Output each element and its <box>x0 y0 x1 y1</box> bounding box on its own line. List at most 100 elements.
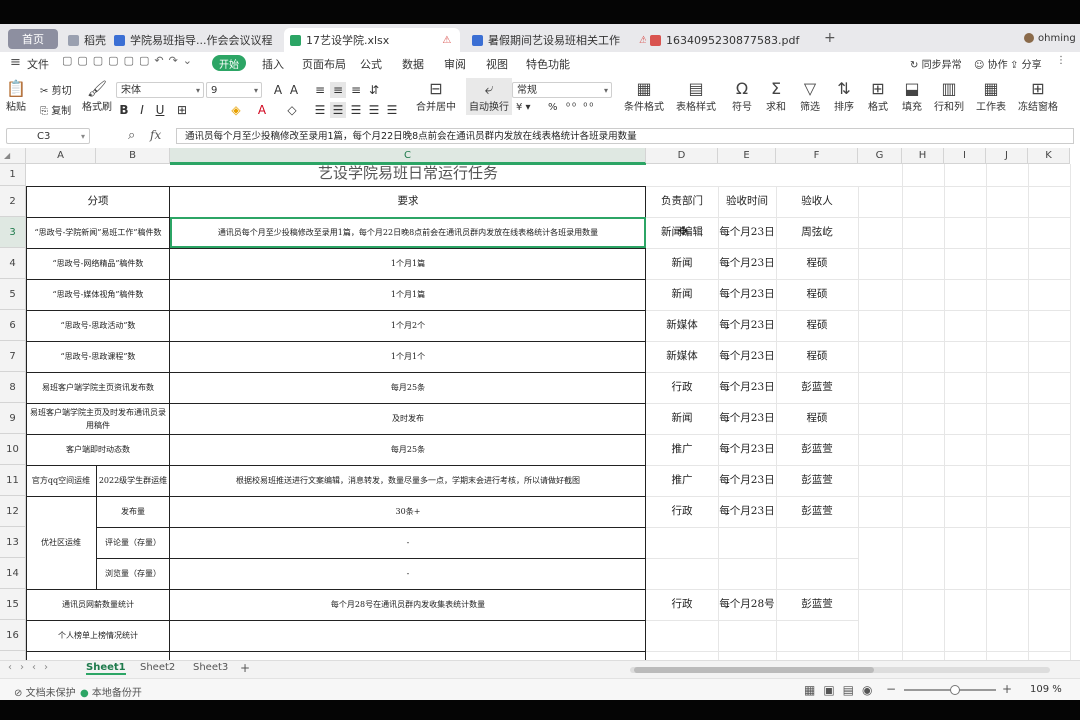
cell-e7[interactable]: 每个月23日 <box>718 341 776 372</box>
cell-c15[interactable]: 每个月28号在通讯员群内发收集表统计数量 <box>170 589 646 620</box>
add-sheet-button[interactable]: + <box>240 661 250 675</box>
cell-f3[interactable]: 周弦屹 <box>776 217 858 248</box>
cell-f9[interactable]: 程硕 <box>776 403 858 434</box>
row-header-1[interactable]: 1 <box>0 164 26 186</box>
cell-e3[interactable]: 每个月23日 <box>718 217 776 248</box>
cell-f6[interactable]: 程硕 <box>776 310 858 341</box>
font-size-select[interactable]: 9 ▾ <box>206 82 262 98</box>
cell-c11[interactable]: 根据校易班推送进行文案编辑，消息转发，数量尽量多一点，学期末会进行考核，所以请做… <box>170 465 646 496</box>
row-header-4[interactable]: 4 <box>0 248 26 279</box>
cell-e11[interactable]: 每个月23日 <box>718 465 776 496</box>
cell-a4[interactable]: “思政号-网络精品”稿件数 <box>26 248 170 279</box>
menu-start[interactable]: 开始 <box>212 55 246 71</box>
sheet-nav-arrows-icon[interactable]: ‹›‹› <box>8 662 56 673</box>
collab-button[interactable]: ☺ 协作 <box>974 56 1008 71</box>
border-icon[interactable]: ⊞ <box>174 102 190 118</box>
cut-button[interactable]: ✂ 剪切 <box>40 82 72 97</box>
cell-a11[interactable]: 官方qq空间运维 <box>26 465 96 496</box>
row-header-12[interactable]: 12 <box>0 496 26 527</box>
row-header-9[interactable]: 9 <box>0 403 26 434</box>
row-header-17[interactable] <box>0 651 26 660</box>
tab-pdf[interactable]: 1634095230877583.pdf ⚠ <box>644 28 814 52</box>
cell-f8[interactable]: 彭蓝萱 <box>776 372 858 403</box>
cell-d8[interactable]: 行政 <box>646 372 718 403</box>
name-box[interactable]: C3 ▾ <box>6 128 90 144</box>
cell-c12[interactable]: 30条+ <box>170 496 646 527</box>
copy-button[interactable]: ⎘ 复制 <box>40 102 71 117</box>
col-header-k[interactable]: K <box>1028 148 1070 164</box>
row-header-16[interactable]: 16 <box>0 620 26 651</box>
zoom-in-button[interactable]: + <box>1002 682 1012 696</box>
menu-features[interactable]: 特色功能 <box>526 56 570 72</box>
col-header-d[interactable]: D <box>646 148 718 164</box>
quick-access-icons[interactable]: ▢▢▢▢▢▢↶↷⌄ <box>62 54 197 67</box>
justify-icon[interactable]: ☰ <box>366 102 382 118</box>
cell-d5[interactable]: 新闻 <box>646 279 718 310</box>
col-header-j[interactable]: J <box>986 148 1028 164</box>
cell-d4[interactable]: 新闻 <box>646 248 718 279</box>
cell-d6[interactable]: 新媒体 <box>646 310 718 341</box>
cell-d7[interactable]: 新媒体 <box>646 341 718 372</box>
cell-c8[interactable]: 每月25条 <box>170 372 646 403</box>
align-middle-icon[interactable]: ≡ <box>330 82 346 98</box>
tab-home[interactable]: 首页 <box>8 29 58 49</box>
bold-icon[interactable]: B <box>116 102 132 118</box>
row-header-6[interactable]: 6 <box>0 310 26 341</box>
percent-button[interactable]: % <box>548 102 558 113</box>
tab-doc-summer[interactable]: 暑假期间艺设易班相关工作 ⚠ <box>466 28 646 52</box>
row-header-13[interactable]: 13 <box>0 527 26 558</box>
cell-e5[interactable]: 每个月23日 <box>718 279 776 310</box>
row-header-3[interactable]: 3 <box>0 217 26 248</box>
align-center-icon[interactable]: ☰ <box>330 102 346 118</box>
row-header-8[interactable]: 8 <box>0 372 26 403</box>
cell-a10[interactable]: 客户端即时动态数 <box>26 434 170 465</box>
filter-button[interactable]: ▽ 筛选 <box>800 80 820 114</box>
sheet-tab-2[interactable]: Sheet2 <box>140 662 175 673</box>
avatar[interactable] <box>1024 33 1034 43</box>
font-shrink-icon[interactable]: A <box>286 82 302 98</box>
cell-e6[interactable]: 每个月23日 <box>718 310 776 341</box>
cell-c5[interactable]: 1个月1篇 <box>170 279 646 310</box>
cell-c3-selected[interactable]: 通讯员每个月至少投稿修改至录用1篇，每个月22日晚8点前会在通讯员群内发放在线表… <box>170 217 646 248</box>
collapse-icon[interactable]: ◢ <box>4 151 10 160</box>
menu-page-layout[interactable]: 页面布局 <box>302 56 346 72</box>
header-time[interactable]: 验收时间 <box>718 186 776 217</box>
menu-file[interactable]: 文件 <box>27 56 49 72</box>
cell-a16[interactable]: 个人榜单上榜情况统计 <box>26 620 170 651</box>
sheet-tab-1[interactable]: Sheet1 <box>86 662 126 675</box>
fx-icon[interactable]: fx <box>150 128 161 142</box>
cell-c9[interactable]: 及时发布 <box>170 403 646 434</box>
cell-c7[interactable]: 1个月1个 <box>170 341 646 372</box>
cell-f12[interactable]: 彭蓝萱 <box>776 496 858 527</box>
currency-button[interactable]: ¥ ▾ <box>516 102 531 113</box>
cell-c6[interactable]: 1个月2个 <box>170 310 646 341</box>
font-name-select[interactable]: 宋体 ▾ <box>116 82 204 98</box>
zoom-out-button[interactable]: − <box>886 682 896 696</box>
cell-e15[interactable]: 每个月28号 <box>718 589 776 620</box>
row-header-2[interactable]: 2 <box>0 186 26 217</box>
cell-f4[interactable]: 程硕 <box>776 248 858 279</box>
cell-c13[interactable]: - <box>170 527 646 558</box>
col-header-g[interactable]: G <box>858 148 902 164</box>
decimal-icons[interactable]: ⁰⁰ ⁰⁰ <box>566 102 595 113</box>
format-button[interactable]: ⊞ 格式 <box>868 80 888 114</box>
cell-a8[interactable]: 易班客户端学院主页资讯发布数 <box>26 372 170 403</box>
formula-input[interactable]: 通讯员每个月至少投稿修改至录用1篇，每个月22日晚8点前会在通讯员群内发放在线表… <box>176 128 1074 144</box>
cell-e4[interactable]: 每个月23日 <box>718 248 776 279</box>
new-tab-button[interactable]: + <box>824 30 836 46</box>
zoom-level[interactable]: 109 % <box>1030 684 1062 695</box>
cell-a12-merged[interactable]: 优社区运维 <box>26 496 96 589</box>
zoom-slider[interactable] <box>904 685 996 695</box>
format-painter-button[interactable]: 🖌 格式刷 <box>82 80 112 114</box>
cell-e10[interactable]: 每个月23日 <box>718 434 776 465</box>
symbol-button[interactable]: Ω 符号 <box>732 80 752 114</box>
clear-icon[interactable]: ◇ <box>284 102 300 118</box>
cell-e12[interactable]: 每个月23日 <box>718 496 776 527</box>
cell-d15[interactable]: 行政 <box>646 589 718 620</box>
row-header-14[interactable]: 14 <box>0 558 26 589</box>
number-format-select[interactable]: 常规 ▾ <box>512 82 612 98</box>
merge-center-button[interactable]: ⊟ 合并居中 <box>416 80 456 114</box>
italic-icon[interactable]: I <box>134 102 150 118</box>
menu-review[interactable]: 审阅 <box>444 56 466 72</box>
header-dept[interactable]: 负责部门 <box>646 186 718 217</box>
